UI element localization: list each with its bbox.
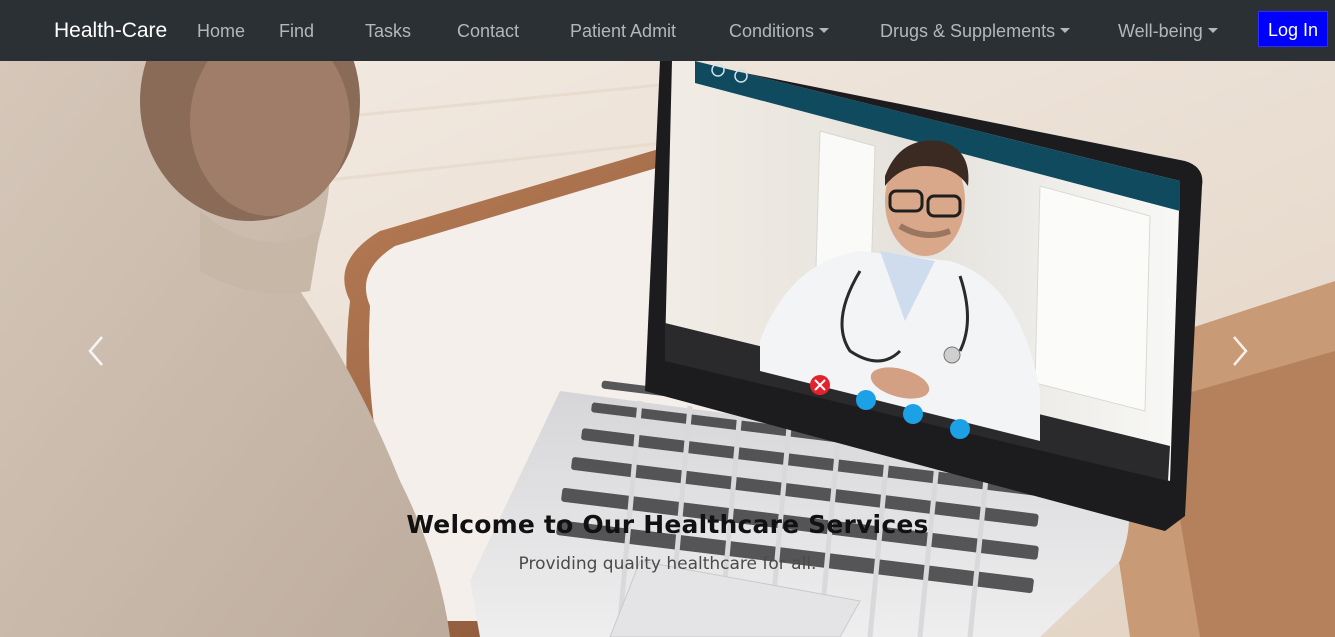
hero-carousel: Welcome to Our Healthcare Services Provi… [0,61,1335,637]
nav-item-find[interactable]: Find [279,19,314,43]
carousel-caption-title: Welcome to Our Healthcare Services [406,510,929,539]
chevron-right-icon [1233,336,1248,366]
carousel-next-button[interactable] [1224,331,1254,371]
login-button[interactable]: Log In [1258,11,1328,47]
caret-down-icon [1060,28,1071,33]
brand-logo-text[interactable]: Health-Care [54,17,167,45]
nav-dropdown-well-being[interactable]: Well-being [1118,19,1218,43]
nav-dropdown-conditions-label: Conditions [729,21,815,41]
hero-background-image [0,61,1335,637]
carousel-caption-subtitle: Providing quality healthcare for all. [518,554,817,574]
caret-down-icon [1207,28,1218,33]
caret-down-icon [819,28,830,33]
nav-dropdown-conditions[interactable]: Conditions [729,19,830,43]
carousel-prev-button[interactable] [82,331,112,371]
nav-dropdown-drugs-supplements[interactable]: Drugs & Supplements [880,19,1071,43]
chevron-left-icon [88,336,103,366]
top-navbar: Health-Care Home Find Tasks Contact Pati… [0,0,1335,61]
nav-item-patient-admit[interactable]: Patient Admit [570,19,676,43]
nav-dropdown-well-being-label: Well-being [1118,21,1203,41]
nav-item-home[interactable]: Home [197,19,245,43]
nav-item-contact[interactable]: Contact [457,19,519,43]
nav-dropdown-drugs-label: Drugs & Supplements [880,21,1056,41]
nav-item-tasks[interactable]: Tasks [365,19,411,43]
